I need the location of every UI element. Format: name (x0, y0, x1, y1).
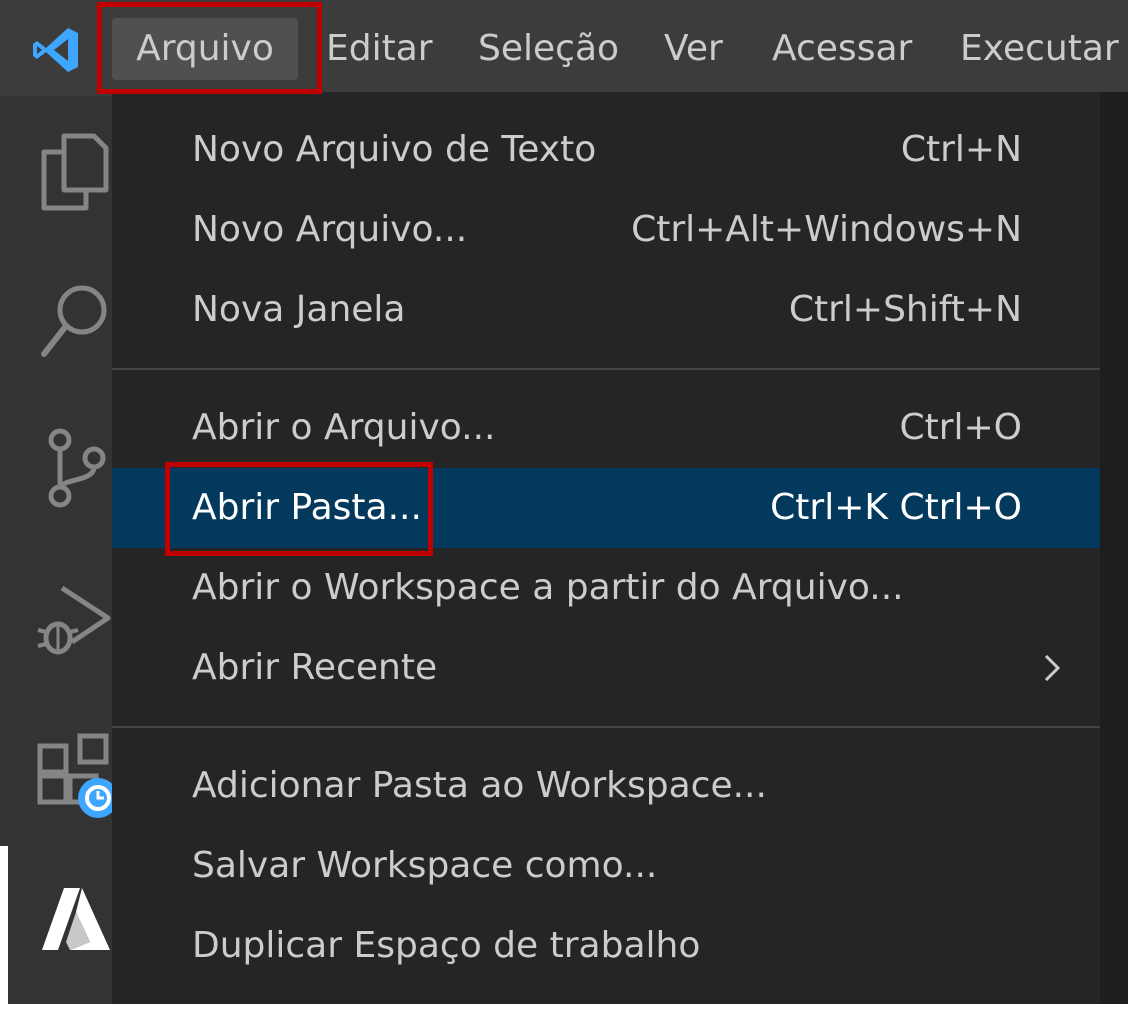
menu-item-open-workspace-from-file[interactable]: Abrir o Workspace a partir do Arquivo... (112, 548, 1100, 628)
menu-item-shortcut: Ctrl+Alt+Windows+N (631, 209, 1022, 250)
menu-item-shortcut: Ctrl+N (900, 129, 1022, 170)
menu-executar[interactable]: Executar (960, 18, 1119, 80)
menu-item-label: Abrir o Arquivo... (192, 407, 496, 448)
vscode-logo-icon (33, 28, 78, 72)
explorer-icon[interactable] (38, 132, 110, 212)
menu-separator (112, 368, 1100, 370)
menu-acessar[interactable]: Acessar (772, 18, 912, 80)
menu-item-label: Novo Arquivo... (192, 209, 468, 250)
highlight-box-arquivo (97, 2, 322, 94)
menu-item-label: Nova Janela (192, 289, 406, 330)
menu-separator (112, 726, 1100, 728)
azure-icon[interactable] (40, 884, 112, 956)
highlight-box-abrir-pasta (165, 462, 433, 556)
menu-item-label: Adicionar Pasta ao Workspace... (192, 765, 767, 806)
menu-item-label: Abrir Recente (192, 647, 438, 688)
source-control-icon[interactable] (42, 426, 108, 510)
menu-item-open-file[interactable]: Abrir o Arquivo... Ctrl+O (112, 388, 1100, 468)
menu-item-new-file[interactable]: Novo Arquivo... Ctrl+Alt+Windows+N (112, 190, 1100, 270)
menu-item-new-text-file[interactable]: Novo Arquivo de Texto Ctrl+N (112, 110, 1100, 190)
chevron-right-icon (1044, 654, 1061, 682)
run-debug-icon[interactable] (32, 580, 112, 660)
menu-item-new-window[interactable]: Nova Janela Ctrl+Shift+N (112, 270, 1100, 350)
menu-item-label: Duplicar Espaço de trabalho (192, 925, 701, 966)
menu-item-label: Salvar Workspace como... (192, 845, 658, 886)
menu-item-shortcut: Ctrl+Shift+N (788, 289, 1022, 330)
menu-item-shortcut: Ctrl+O (899, 407, 1022, 448)
menu-editar[interactable]: Editar (326, 18, 433, 80)
menu-item-add-folder-to-workspace[interactable]: Adicionar Pasta ao Workspace... (112, 746, 1100, 826)
menu-ver[interactable]: Ver (664, 18, 723, 80)
menu-item-open-recent[interactable]: Abrir Recente (112, 628, 1100, 708)
editor-edge (1100, 92, 1128, 1004)
menu-item-label: Novo Arquivo de Texto (192, 129, 597, 170)
menu-item-shortcut: Ctrl+K Ctrl+O (770, 487, 1022, 528)
menu-item-duplicate-workspace[interactable]: Duplicar Espaço de trabalho (112, 906, 1100, 986)
extensions-icon[interactable] (36, 732, 112, 820)
menu-item-save-workspace-as[interactable]: Salvar Workspace como... (112, 826, 1100, 906)
menu-selecao[interactable]: Seleção (478, 18, 619, 80)
search-icon[interactable] (38, 282, 112, 362)
menu-item-label: Abrir o Workspace a partir do Arquivo... (192, 567, 904, 608)
